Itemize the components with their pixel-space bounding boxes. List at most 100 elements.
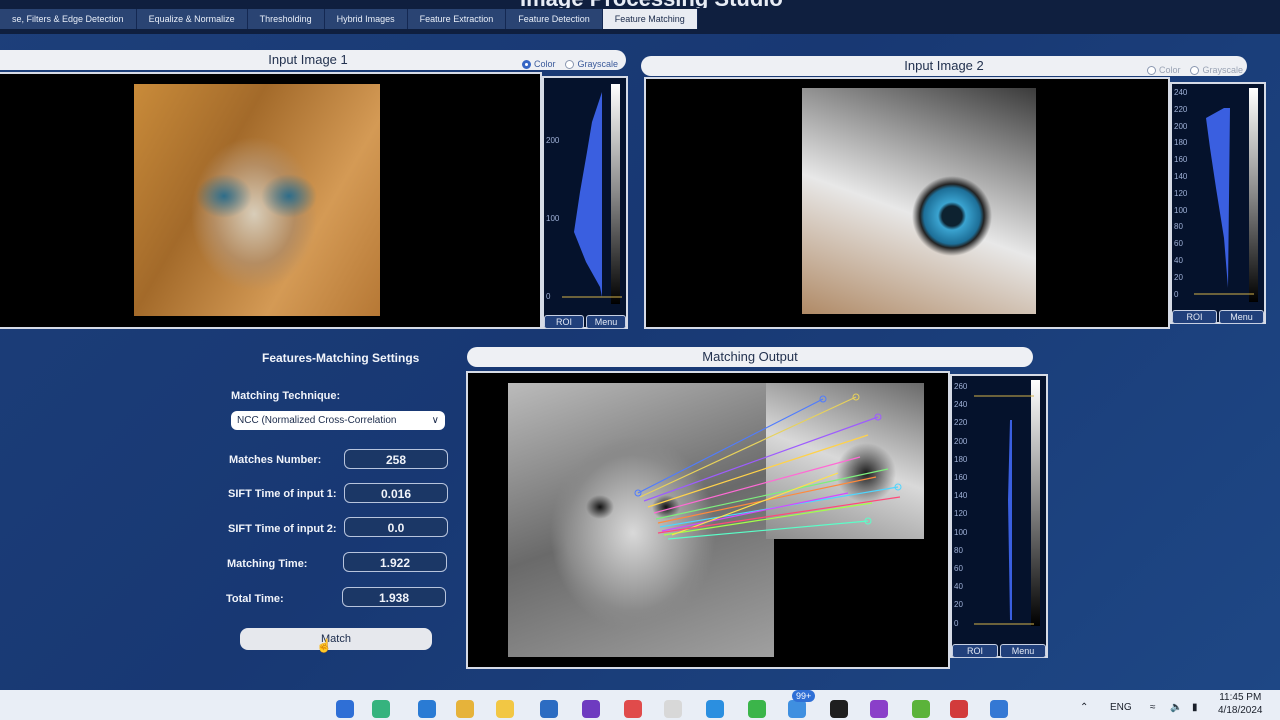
tick: 20 — [1174, 272, 1183, 282]
app-icon[interactable] — [950, 700, 968, 718]
app-icon[interactable] — [748, 700, 766, 718]
cat-eye-image — [802, 88, 1036, 314]
tick: 100 — [1174, 205, 1188, 215]
clock-date: 4/18/2024 — [1218, 705, 1263, 716]
app-window: Image Processing Studio se, Filters & Ed… — [0, 0, 1280, 690]
radio-unselected-icon — [1190, 65, 1200, 75]
technique-label: Matching Technique: — [231, 390, 341, 402]
matches-field[interactable]: 258 — [344, 449, 448, 469]
histogram-plot — [1194, 108, 1254, 295]
sift1-label: SIFT Time of input 1: — [228, 488, 337, 500]
roi-button[interactable]: ROI — [544, 315, 584, 329]
visual-studio-icon[interactable] — [582, 700, 600, 718]
tick: 0 — [954, 618, 959, 628]
mouse-cursor-icon: ☝ — [316, 638, 333, 653]
tick: 80 — [1174, 222, 1183, 232]
cat-image — [134, 84, 380, 316]
app-icon[interactable] — [990, 700, 1008, 718]
match-button[interactable]: Match — [240, 628, 432, 650]
input2-grayscale-label: Grayscale — [1202, 65, 1243, 75]
tab-feature-extraction[interactable]: Feature Extraction — [407, 9, 507, 29]
roi-button[interactable]: ROI — [1172, 310, 1217, 324]
output-viewer[interactable] — [466, 371, 950, 669]
input2-grayscale-radio[interactable]: Grayscale — [1190, 60, 1243, 80]
app-icon[interactable] — [912, 700, 930, 718]
input2-viewer[interactable] — [644, 77, 1170, 329]
tick: 60 — [1174, 239, 1183, 249]
app-icon[interactable] — [418, 700, 436, 718]
app-icon[interactable] — [624, 700, 642, 718]
tick: 120 — [954, 509, 968, 519]
matching-time-label: Matching Time: — [227, 558, 308, 570]
tab-feature-detection[interactable]: Feature Detection — [506, 9, 603, 29]
tick: 0 — [546, 292, 551, 301]
output-title: Matching Output — [702, 349, 798, 364]
sift1-field[interactable]: 0.016 — [344, 483, 448, 503]
input1-color-label: Color — [533, 59, 556, 69]
menu-button[interactable]: Menu — [1219, 310, 1264, 324]
tick: 200 — [546, 136, 560, 145]
input1-grayscale-radio[interactable]: Grayscale — [565, 54, 618, 74]
battery-icon[interactable]: ▮ — [1192, 702, 1198, 713]
input2-header: Input Image 2 Color Grayscale — [641, 56, 1247, 76]
app-icon[interactable] — [870, 700, 888, 718]
tick: 220 — [1174, 104, 1188, 114]
total-time-field[interactable]: 1.938 — [342, 587, 446, 607]
tab-thresholding[interactable]: Thresholding — [247, 9, 325, 29]
app-icon[interactable] — [540, 700, 558, 718]
settings-title: Features-Matching Settings — [262, 351, 420, 365]
app-icon[interactable] — [830, 700, 848, 718]
tick: 180 — [954, 454, 968, 464]
wifi-icon[interactable]: ≈ — [1150, 702, 1156, 713]
input2-title: Input Image 2 — [904, 58, 984, 73]
folder-icon[interactable] — [456, 700, 474, 718]
volume-icon[interactable]: 🔈 — [1170, 702, 1182, 713]
technique-select[interactable]: NCC (Normalized Cross-Correlation ∨ — [231, 411, 445, 430]
tick: 140 — [954, 491, 968, 501]
tick: 160 — [1174, 155, 1188, 165]
output-histogram[interactable]: 260 240 220 200 180 160 140 120 100 80 60 40 20 0 ROI… — [950, 374, 1048, 658]
app-icon[interactable] — [788, 700, 806, 718]
tick: 220 — [954, 418, 968, 428]
radio-unselected-icon — [1146, 65, 1156, 75]
tab-filters-edge[interactable]: se, Filters & Edge Detection — [0, 9, 137, 29]
matching-time-field[interactable]: 1.922 — [343, 552, 447, 572]
tick: 240 — [954, 400, 968, 410]
sift2-label: SIFT Time of input 2: — [228, 523, 337, 535]
tick: 0 — [1174, 289, 1179, 299]
input2-histogram[interactable]: 240 220 200 180 160 140 120 100 80 60 40 20 0 ROI Me… — [1170, 82, 1266, 324]
tick: 140 — [1174, 172, 1188, 181]
roi-button[interactable]: ROI — [952, 644, 998, 658]
match-lines — [634, 393, 902, 540]
clock[interactable]: 11:45 PM 4/18/2024 — [1218, 691, 1263, 717]
matches-label: Matches Number: — [229, 454, 322, 466]
tick: 40 — [954, 582, 963, 592]
chevron-up-icon[interactable]: ⌃ — [1080, 702, 1088, 713]
input1-header: Input Image 1 Color Grayscale — [0, 50, 626, 70]
app-icon[interactable] — [664, 700, 682, 718]
menu-button[interactable]: Menu — [586, 315, 626, 329]
tick: 120 — [1174, 188, 1188, 198]
vscode-icon[interactable] — [706, 700, 724, 718]
input1-color-radio[interactable]: Color — [521, 54, 556, 74]
menu-button[interactable]: Menu — [1000, 644, 1046, 658]
input1-histogram[interactable]: 200 100 0 ROI Menu — [542, 76, 628, 329]
chevron-down-icon: ∨ — [431, 415, 439, 426]
notification-badge: 99+ — [792, 690, 816, 702]
tick: 180 — [1174, 138, 1188, 148]
input1-viewer[interactable] — [0, 72, 542, 329]
tab-bar: se, Filters & Edge Detection Equalize & … — [0, 9, 698, 31]
histogram-plot — [974, 395, 1034, 625]
start-icon[interactable] — [336, 700, 354, 718]
sift2-field[interactable]: 0.0 — [344, 517, 448, 537]
tick: 200 — [1174, 121, 1188, 131]
language-indicator[interactable]: ENG — [1110, 702, 1132, 713]
tab-equalize[interactable]: Equalize & Normalize — [136, 9, 248, 29]
tab-feature-matching[interactable]: Feature Matching — [602, 9, 698, 29]
app-icon[interactable] — [496, 700, 514, 718]
output-header: Matching Output — [467, 347, 1033, 367]
app-icon[interactable] — [372, 700, 390, 718]
tab-hybrid[interactable]: Hybrid Images — [324, 9, 408, 29]
histogram-plot — [562, 92, 622, 298]
tick: 40 — [1174, 256, 1183, 265]
